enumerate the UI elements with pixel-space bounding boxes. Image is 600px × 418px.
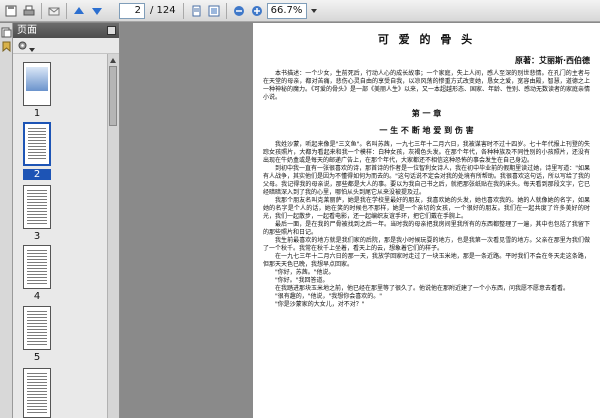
single-page-icon[interactable]: [188, 3, 204, 19]
document-view[interactable]: 可 爱 的 骨 头 原著：艾丽斯·西伯德 本书描述：一个少女，生前死后，行动人心…: [120, 23, 600, 418]
navigation-strip: [0, 23, 13, 418]
intro-paragraph: 本书描述：一个少女，生前死后，行动人心的成长故事；一个家庭，失上人间，感人至深的…: [263, 70, 591, 101]
scroll-up-icon[interactable]: [109, 55, 117, 64]
page-number-input[interactable]: 2: [119, 2, 145, 19]
options-icon[interactable]: [17, 40, 28, 51]
body-paragraph: 到初中我一直有一张很喜欢的诗，那首诗的作者是一位智利女诗人，我在初中毕业前的假期…: [263, 165, 590, 196]
thumbnail-label: 5: [33, 352, 41, 363]
text-lines: [27, 249, 47, 285]
thumbnail-list: 1 2 3 4 5: [13, 54, 108, 418]
pages-panel-toolbar: [13, 38, 119, 54]
section-subtitle: 一 生 不 断 地 爱 到 伤 害: [379, 126, 474, 135]
text-lines: [27, 372, 47, 414]
toolbar-separator: [41, 2, 42, 19]
page-thumbnail-2[interactable]: [23, 122, 51, 166]
zoom-level-input[interactable]: 66.7%: [266, 2, 307, 19]
body-paragraph: "你是沙蒙家的大女儿，对不对？": [275, 301, 365, 308]
thumbnail-label: 1: [33, 108, 41, 119]
page-thumbnail-6[interactable]: [23, 368, 51, 418]
pages-nav-icon[interactable]: [1, 27, 12, 38]
toolbar-separator: [225, 2, 227, 19]
thumbnail-label: 3: [33, 231, 41, 242]
close-panel-icon[interactable]: [107, 26, 116, 35]
text-lines: [28, 127, 46, 161]
print-icon[interactable]: [21, 3, 37, 19]
body-paragraph: 我姓沙蒙，听起来像是"三文鱼"。名叫苏茜，一九七三年十二月六日，我被谋害时不过十…: [263, 141, 590, 164]
options-dropdown-icon[interactable]: [29, 43, 35, 52]
toolbar-separator: [182, 2, 184, 19]
zoom-dropdown-icon[interactable]: [309, 3, 319, 19]
bookmarks-nav-icon[interactable]: [1, 41, 12, 53]
zoom-out-icon[interactable]: [231, 3, 247, 19]
toolbar: 2 / 124 66.7%: [0, 0, 600, 22]
fit-page-icon[interactable]: [206, 3, 222, 19]
body-paragraph: 我生前最喜欢的地方就是我们家的后院，那是我小时候玩耍的地方，也是我第一次看见雪的…: [263, 237, 590, 252]
thumbnail-scrollbar[interactable]: [107, 54, 119, 418]
page-content: 可 爱 的 骨 头 原著：艾丽斯·西伯德 本书描述：一个少女，生前死后，行动人心…: [263, 23, 590, 309]
document-page: 可 爱 的 骨 头 原著：艾丽斯·西伯德 本书描述：一个少女，生前死后，行动人心…: [253, 23, 600, 418]
next-page-icon[interactable]: [89, 3, 105, 19]
thumbnail-label: 4: [33, 291, 41, 302]
thumbnail-label-selected: 2: [23, 169, 51, 180]
body-paragraph: 在一九七三年十二月六日的那一天，我放学回家时走过了一块玉米地，那是一条近路。平时…: [263, 253, 590, 268]
pages-panel: 页面 1 2 3 4 5: [13, 23, 120, 418]
pages-panel-header: 页面: [13, 23, 119, 38]
page-thumbnail-5[interactable]: [23, 306, 51, 350]
cover-image: [26, 67, 48, 91]
zoom-in-icon[interactable]: [249, 3, 265, 19]
body-paragraph: "你好。"我回答道。: [275, 277, 329, 284]
previous-page-icon[interactable]: [71, 3, 87, 19]
body-paragraph: 在我踏进那块玉米地之前，他已经在那里等了很久了。他说他在那附近建了一个小东西，问…: [275, 285, 570, 292]
chapter-heading: 第 一 章: [411, 109, 442, 118]
page-thumbnail-3[interactable]: [23, 185, 51, 229]
text-lines: [27, 189, 47, 225]
pages-panel-title: 页面: [17, 25, 37, 36]
body-paragraph: 我那个朋友名叫克莱丽萨，她是我在学校里最好的朋友，我喜欢她的头发，她也喜欢我的。…: [263, 197, 590, 220]
toolbar-separator: [66, 2, 67, 19]
page-thumbnail-4[interactable]: [23, 245, 51, 289]
email-icon[interactable]: [46, 3, 62, 19]
body-paragraph: "你好，苏茜。"他说。: [275, 269, 335, 276]
save-icon[interactable]: [3, 3, 19, 19]
page-thumbnail-1[interactable]: [23, 62, 51, 106]
body-paragraph: 最后一面，是在我的尸骨被找到之后一年。当时我的母亲把我房间里我所有的东西都整理了…: [263, 221, 590, 236]
text-lines: [27, 310, 47, 346]
page-total: / 124: [150, 5, 176, 16]
scrollbar-thumb[interactable]: [109, 66, 117, 126]
body-paragraph: "很有趣的，"他说，"我想你会喜欢的。": [275, 293, 383, 300]
document-title: 可 爱 的 骨 头: [377, 33, 476, 46]
document-author: 原著：艾丽斯·西伯德: [514, 56, 590, 65]
